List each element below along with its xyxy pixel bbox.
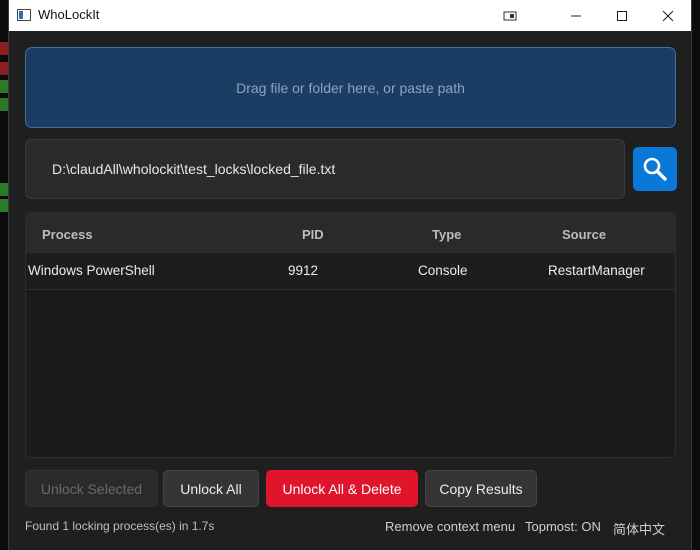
cell-pid: 9912 — [288, 263, 319, 278]
table-row[interactable]: Windows PowerShell 9912 Console RestartM… — [26, 253, 675, 290]
search-icon — [642, 156, 668, 182]
drop-zone-text: Drag file or folder here, or paste path — [236, 79, 465, 96]
language-switch[interactable]: 简体中文 — [613, 519, 665, 538]
pin-icon[interactable] — [487, 0, 533, 31]
remove-context-menu-link[interactable]: Remove context menu — [385, 519, 515, 534]
cell-type: Console — [418, 263, 468, 278]
search-button[interactable] — [633, 147, 677, 191]
unlock-all-button[interactable]: Unlock All — [163, 470, 259, 507]
results-table: Process PID Type Source Windows PowerShe… — [25, 212, 676, 458]
unlock-selected-button[interactable]: Unlock Selected — [25, 470, 158, 507]
title-bar: WhoLockIt — [9, 0, 691, 31]
column-header-pid[interactable]: PID — [302, 227, 324, 242]
cell-source: RestartManager — [548, 263, 645, 278]
app-window: WhoLockIt Drag file or folder here, or p… — [8, 0, 692, 550]
minimize-button[interactable] — [553, 0, 599, 31]
background-terminal-right — [692, 0, 700, 550]
close-button[interactable] — [645, 0, 691, 31]
window-title: WhoLockIt — [38, 7, 100, 22]
path-input[interactable]: D:\claudAll\wholockit\test_locks\locked_… — [25, 139, 625, 199]
table-header: Process PID Type Source — [26, 213, 675, 253]
app-window-icon — [17, 9, 31, 21]
cell-process: Windows PowerShell — [28, 263, 155, 278]
drop-zone[interactable]: Drag file or folder here, or paste path — [25, 47, 676, 128]
status-text: Found 1 locking process(es) in 1.7s — [25, 519, 215, 533]
column-header-process[interactable]: Process — [42, 227, 93, 242]
topmost-toggle[interactable]: Topmost: ON — [525, 519, 601, 534]
column-header-source[interactable]: Source — [562, 227, 606, 242]
column-header-type[interactable]: Type — [432, 227, 461, 242]
copy-results-button[interactable]: Copy Results — [425, 470, 537, 507]
unlock-all-delete-button[interactable]: Unlock All & Delete — [266, 470, 418, 507]
background-terminal-left — [0, 0, 8, 550]
maximize-button[interactable] — [599, 0, 645, 31]
